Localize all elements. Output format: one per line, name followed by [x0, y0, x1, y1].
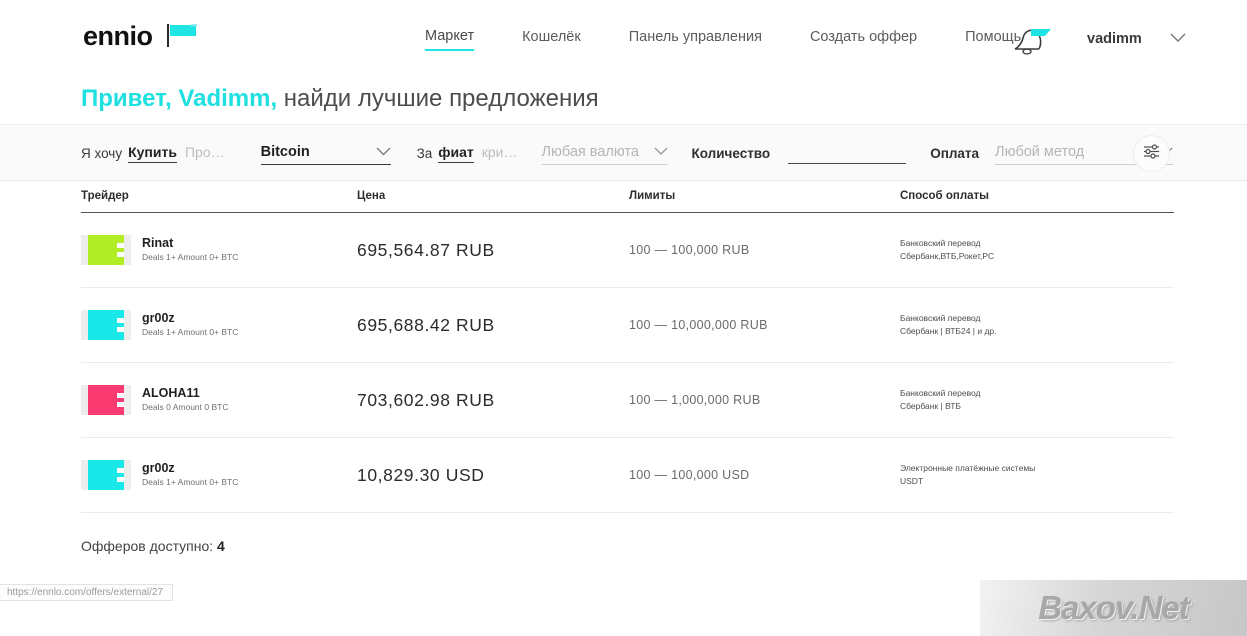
trader-name: Rinat — [142, 236, 174, 250]
method-title: Электронные платёжные системы — [900, 463, 1036, 473]
method-sub: Сбербанк | ВТБ24 | и др. — [900, 326, 997, 336]
trader-name: gr00z — [142, 311, 175, 325]
trader-meta: Deals 1+ Amount 0+ BTC — [142, 327, 239, 337]
notification-bell-icon[interactable] — [1005, 26, 1053, 56]
offer-method: Банковский перевод Сбербанк,ВТБ,Рокет,РС — [900, 237, 1174, 263]
intent-sell-option[interactable]: Про… — [185, 144, 225, 162]
offers-table: Трейдер Цена Лимиты Способ оплаты Rinat … — [81, 190, 1174, 513]
method-title: Банковский перевод — [900, 238, 981, 248]
trader-cell: ALOHA11 Deals 0 Amount 0 BTC — [81, 385, 357, 415]
crypto-option[interactable]: кри… — [482, 144, 518, 162]
offers-count: Офферов доступно: 4 — [81, 538, 225, 554]
table-row[interactable]: gr00z Deals 1+ Amount 0+ BTC 695,688.42 … — [81, 288, 1174, 363]
amount-label: Количество — [691, 146, 771, 161]
fiat-option[interactable]: фиат — [438, 144, 474, 163]
column-header-price: Цена — [357, 190, 386, 202]
flag-icon — [166, 24, 197, 48]
chevron-down-icon — [1170, 30, 1186, 48]
table-header-row: Трейдер Цена Лимиты Способ оплаты — [81, 190, 1174, 213]
method-sub: USDT — [900, 476, 924, 486]
column-header-method: Способ оплаты — [900, 190, 989, 202]
column-header-trader: Трейдер — [81, 190, 129, 202]
currency-select-value: Любая валюта — [541, 143, 639, 160]
crypto-select-value: Bitcoin — [260, 143, 310, 160]
offer-price: 695,564.87 RUB — [357, 239, 495, 260]
chevron-down-icon — [654, 143, 668, 161]
trader-cell: gr00z Deals 1+ Amount 0+ BTC — [81, 310, 357, 340]
trader-name: gr00z — [142, 461, 175, 475]
logo[interactable]: ennio — [83, 21, 197, 51]
amount-input[interactable] — [788, 143, 907, 164]
nav-item-create-offer[interactable]: Создать оффер — [810, 29, 917, 50]
offers-count-value: 4 — [217, 538, 225, 554]
main-nav: Маркет Кошелёк Панель управления Создать… — [425, 28, 1069, 51]
nav-item-dashboard[interactable]: Панель управления — [629, 29, 762, 50]
method-title: Банковский перевод — [900, 388, 981, 398]
table-row[interactable]: gr00z Deals 1+ Amount 0+ BTC 10,829.30 U… — [81, 438, 1174, 513]
avatar — [81, 235, 131, 265]
currency-select[interactable]: Любая валюта — [541, 143, 668, 165]
logo-text: ennio — [83, 21, 153, 51]
offers-count-label: Офферов доступно: — [81, 538, 214, 554]
nav-item-wallet[interactable]: Кошелёк — [522, 29, 581, 50]
chevron-down-icon — [376, 143, 391, 161]
method-sub: Сбербанк | ВТБ — [900, 401, 961, 411]
status-bar-url: https://ennlo.com/offers/external/27 — [7, 587, 164, 598]
avatar — [81, 310, 131, 340]
offer-method: Банковский перевод Сбербанк | ВТБ — [900, 387, 1174, 413]
payment-label: Оплата — [930, 146, 980, 161]
for-label: За — [416, 146, 433, 161]
offer-method: Банковский перевод Сбербанк | ВТБ24 | и … — [900, 312, 1174, 338]
column-header-limits: Лимиты — [629, 190, 676, 202]
filter-bar: Я хочу Купить Про… Bitcoin За фиат кри… … — [0, 124, 1247, 181]
user-menu[interactable]: vadimm — [1087, 30, 1186, 48]
greeting-highlight: Привет, Vadimm, — [81, 85, 278, 112]
watermark-text: Baxov.Net — [1038, 589, 1190, 626]
offer-limits: 100 — 10,000,000 RUB — [629, 318, 768, 332]
payment-method-value: Любой метод — [995, 143, 1085, 160]
browser-status-bar: https://ennlo.com/offers/external/27 — [0, 584, 174, 601]
trader-name: ALOHA11 — [142, 386, 200, 400]
avatar — [81, 460, 131, 490]
user-name: vadimm — [1087, 31, 1142, 47]
offer-price: 695,688.42 RUB — [357, 314, 495, 335]
method-title: Банковский перевод — [900, 313, 981, 323]
advanced-filter-button[interactable] — [1133, 135, 1170, 172]
table-row[interactable]: Rinat Deals 1+ Amount 0+ BTC 695,564.87 … — [81, 213, 1174, 288]
method-sub: Сбербанк,ВТБ,Рокет,РС — [900, 251, 995, 261]
crypto-select[interactable]: Bitcoin — [260, 143, 391, 165]
greeting-rest: найди лучшие предложения — [277, 85, 599, 112]
intent-toggle: Купить Про… — [128, 144, 225, 163]
nav-item-market[interactable]: Маркет — [425, 28, 475, 51]
offer-price: 10,829.30 USD — [357, 464, 485, 485]
trader-cell: gr00z Deals 1+ Amount 0+ BTC — [81, 460, 357, 490]
intent-label: Я хочу — [81, 146, 123, 161]
avatar — [81, 385, 131, 415]
watermark: Baxov.Net — [980, 580, 1247, 636]
offer-limits: 100 — 100,000 RUB — [629, 243, 750, 257]
trader-meta: Deals 1+ Amount 0+ BTC — [142, 252, 239, 262]
offer-limits: 100 — 1,000,000 RUB — [629, 393, 761, 407]
offer-method: Электронные платёжные системы USDT — [900, 462, 1174, 488]
filter-row: Я хочу Купить Про… Bitcoin За фиат кри… … — [81, 125, 1174, 182]
table-row[interactable]: ALOHA11 Deals 0 Amount 0 BTC 703,602.98 … — [81, 363, 1174, 438]
page-bottom-fill — [0, 601, 980, 636]
trader-meta: Deals 1+ Amount 0+ BTC — [142, 477, 239, 487]
offer-price: 703,602.98 RUB — [357, 389, 495, 410]
trader-meta: Deals 0 Amount 0 BTC — [142, 402, 229, 412]
fiat-toggle: фиат кри… — [438, 144, 518, 163]
offer-limits: 100 — 100,000 USD — [629, 468, 750, 482]
trader-cell: Rinat Deals 1+ Amount 0+ BTC — [81, 235, 357, 265]
app-window: ennio Маркет Кошелёк Панель управления С… — [0, 0, 1247, 636]
sliders-filter-icon — [1142, 142, 1161, 166]
intent-buy-option[interactable]: Купить — [128, 144, 177, 163]
page-title: Привет, Vadimm, найди лучшие предложения — [81, 84, 599, 114]
site-header: ennio Маркет Кошелёк Панель управления С… — [0, 0, 1247, 72]
